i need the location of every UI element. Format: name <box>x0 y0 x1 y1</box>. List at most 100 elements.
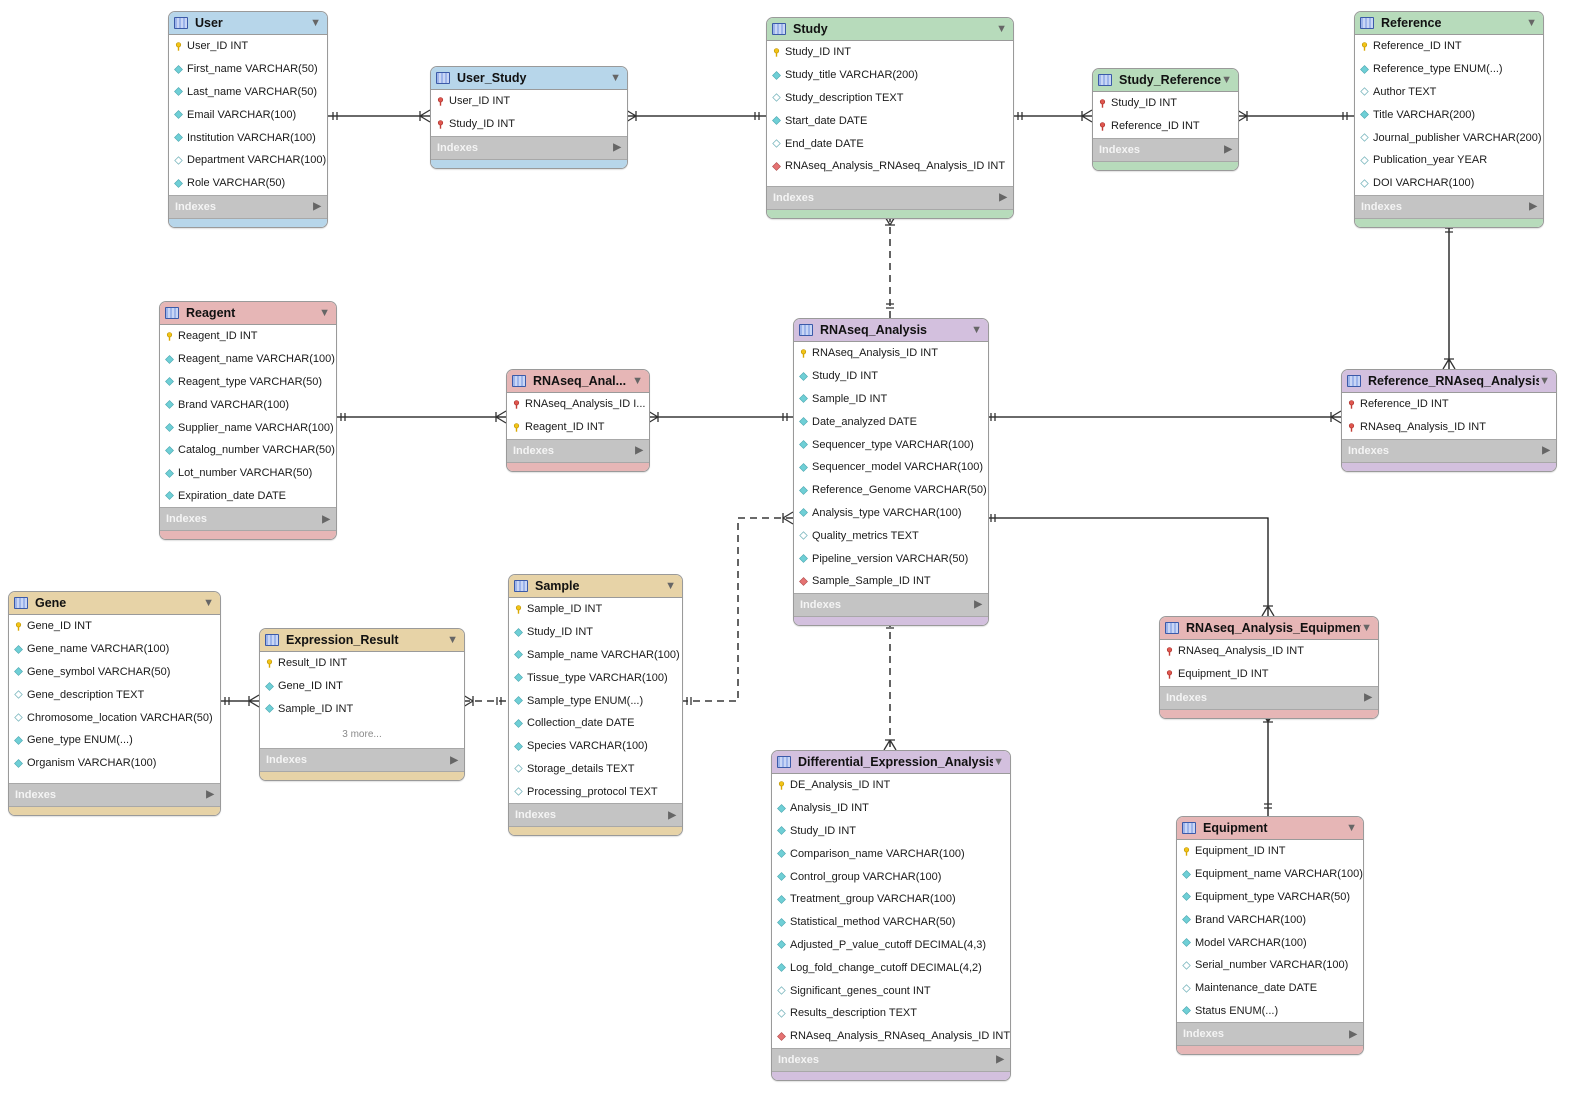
indexes-section[interactable]: Indexes ▶ <box>431 135 627 160</box>
column-row[interactable]: Model VARCHAR(100) <box>1177 931 1363 954</box>
column-row[interactable]: Adjusted_P_value_cutoff DECIMAL(4,3) <box>772 934 1010 957</box>
column-row[interactable]: Equipment_name VARCHAR(100) <box>1177 863 1363 886</box>
indexes-section[interactable]: Indexes ▶ <box>1160 685 1378 710</box>
collapse-caret-icon[interactable]: ▼ <box>1346 822 1357 834</box>
column-row[interactable]: Chromosome_location VARCHAR(50) <box>9 706 220 729</box>
column-row[interactable]: Title VARCHAR(200) <box>1355 103 1543 126</box>
table-header[interactable]: RNAseq_Analysis_Equipment ▼ <box>1160 617 1378 640</box>
expand-arrow-icon[interactable]: ▶ <box>996 1054 1004 1065</box>
table-rnaseq-analysis-reagent[interactable]: RNAseq_Anal... ▼ RNAseq_Analysis_ID I... Re… <box>506 369 650 472</box>
indexes-section[interactable]: Indexes ▶ <box>1093 137 1238 162</box>
column-row[interactable]: Gene_type ENUM(...) <box>9 729 220 752</box>
column-row[interactable]: Significant_genes_count INT <box>772 979 1010 1002</box>
table-reagent[interactable]: Reagent ▼ Reagent_ID INT Reagent_name VARCH… <box>159 301 337 541</box>
column-row[interactable]: Organism VARCHAR(100) <box>9 752 220 775</box>
column-row[interactable]: Gene_ID INT <box>9 615 220 638</box>
indexes-section[interactable]: Indexes ▶ <box>772 1047 1010 1072</box>
column-row[interactable]: User_ID INT <box>169 35 327 58</box>
column-row[interactable]: Last_name VARCHAR(50) <box>169 81 327 104</box>
table-study-reference[interactable]: Study_Reference ▼ Study_ID INT Reference_ID… <box>1092 68 1239 171</box>
expand-arrow-icon[interactable]: ▶ <box>450 755 458 766</box>
column-row[interactable]: Reference_ID INT <box>1355 35 1543 58</box>
indexes-section[interactable]: Indexes ▶ <box>509 803 682 828</box>
indexes-section[interactable]: Indexes ▶ <box>767 185 1013 210</box>
collapse-caret-icon[interactable]: ▼ <box>971 324 982 336</box>
expand-arrow-icon[interactable]: ▶ <box>668 810 676 821</box>
column-row[interactable]: Expiration_date DATE <box>160 485 336 508</box>
table-user-study[interactable]: User_Study ▼ User_ID INT Study_ID INT Indexe… <box>430 66 628 169</box>
column-row[interactable]: Sample_ID INT <box>509 598 682 621</box>
column-row[interactable]: Statistical_method VARCHAR(50) <box>772 911 1010 934</box>
table-expression-result[interactable]: Expression_Result ▼ Result_ID INT Gene_ID I… <box>259 628 465 782</box>
column-row[interactable]: RNAseq_Analysis_RNAseq_Analysis_ID INT <box>772 1025 1010 1048</box>
expand-arrow-icon[interactable]: ▶ <box>1364 692 1372 703</box>
table-header[interactable]: Sample ▼ <box>509 575 682 598</box>
column-row[interactable]: RNAseq_Analysis_ID INT <box>1342 416 1556 439</box>
table-header[interactable]: Reference_RNAseq_Analysis ▼ <box>1342 370 1556 393</box>
table-header[interactable]: Reference ▼ <box>1355 12 1543 35</box>
column-row[interactable]: Study_ID INT <box>431 113 627 136</box>
column-row[interactable]: Sample_name VARCHAR(100) <box>509 644 682 667</box>
column-row[interactable]: Sample_type ENUM(...) <box>509 689 682 712</box>
indexes-section[interactable]: Indexes ▶ <box>169 194 327 219</box>
table-header[interactable]: Expression_Result ▼ <box>260 629 464 652</box>
table-header[interactable]: RNAseq_Anal... ▼ <box>507 370 649 393</box>
collapse-caret-icon[interactable]: ▼ <box>1361 622 1372 634</box>
column-row[interactable]: Gene_description TEXT <box>9 683 220 706</box>
table-header[interactable]: Study ▼ <box>767 18 1013 41</box>
column-row[interactable]: Study_ID INT <box>794 365 988 388</box>
collapse-caret-icon[interactable]: ▼ <box>447 634 458 646</box>
table-equipment[interactable]: Equipment ▼ Equipment_ID INT Equipment_name… <box>1176 816 1364 1056</box>
collapse-caret-icon[interactable]: ▼ <box>632 375 643 387</box>
collapse-caret-icon[interactable]: ▼ <box>993 756 1004 768</box>
collapse-caret-icon[interactable]: ▼ <box>1539 375 1550 387</box>
collapse-caret-icon[interactable]: ▼ <box>1221 74 1232 86</box>
column-row[interactable]: Quality_metrics TEXT <box>794 524 988 547</box>
table-rnaseq-analysis[interactable]: RNAseq_Analysis ▼ RNAseq_Analysis_ID INT St… <box>793 318 989 626</box>
expand-arrow-icon[interactable]: ▶ <box>322 514 330 525</box>
table-reference[interactable]: Reference ▼ Reference_ID INT Reference_type… <box>1354 11 1544 228</box>
collapse-caret-icon[interactable]: ▼ <box>610 72 621 84</box>
table-header[interactable]: Gene ▼ <box>9 592 220 615</box>
column-row[interactable]: Start_date DATE <box>767 109 1013 132</box>
column-row[interactable]: Brand VARCHAR(100) <box>160 393 336 416</box>
column-row[interactable]: Gene_ID INT <box>260 675 464 698</box>
column-row[interactable]: RNAseq_Analysis_ID I... <box>507 393 649 416</box>
column-row[interactable]: Reference_ID INT <box>1093 115 1238 138</box>
expand-arrow-icon[interactable]: ▶ <box>999 192 1007 203</box>
column-row[interactable]: Processing_protocol TEXT <box>509 780 682 803</box>
expand-arrow-icon[interactable]: ▶ <box>206 789 214 800</box>
column-row[interactable]: Gene_name VARCHAR(100) <box>9 638 220 661</box>
indexes-section[interactable]: Indexes ▶ <box>1177 1022 1363 1047</box>
expand-arrow-icon[interactable]: ▶ <box>1224 144 1232 155</box>
relationship-line[interactable] <box>681 517 793 702</box>
indexes-section[interactable]: Indexes ▶ <box>794 592 988 617</box>
column-row[interactable]: DOI VARCHAR(100) <box>1355 172 1543 195</box>
table-reference-rnaseq-analysis[interactable]: Reference_RNAseq_Analysis ▼ Reference_ID I… <box>1341 369 1557 472</box>
collapse-caret-icon[interactable]: ▼ <box>310 17 321 29</box>
column-row[interactable]: RNAseq_Analysis_ID INT <box>794 342 988 365</box>
more-columns-link[interactable]: 3 more... <box>260 720 464 748</box>
column-row[interactable]: Study_ID INT <box>772 820 1010 843</box>
collapse-caret-icon[interactable]: ▼ <box>665 580 676 592</box>
column-row[interactable]: Institution VARCHAR(100) <box>169 126 327 149</box>
column-row[interactable]: End_date DATE <box>767 132 1013 155</box>
table-header[interactable]: Reagent ▼ <box>160 302 336 325</box>
column-row[interactable]: Brand VARCHAR(100) <box>1177 908 1363 931</box>
column-row[interactable]: Reference_type ENUM(...) <box>1355 58 1543 81</box>
column-row[interactable]: Reagent_ID INT <box>160 325 336 348</box>
expand-arrow-icon[interactable]: ▶ <box>1349 1029 1357 1040</box>
column-row[interactable]: User_ID INT <box>431 90 627 113</box>
indexes-section[interactable]: Indexes ▶ <box>507 438 649 463</box>
column-row[interactable]: Equipment_ID INT <box>1160 663 1378 686</box>
column-row[interactable]: Species VARCHAR(100) <box>509 735 682 758</box>
column-row[interactable]: Comparison_name VARCHAR(100) <box>772 842 1010 865</box>
column-row[interactable]: Role VARCHAR(50) <box>169 172 327 195</box>
column-row[interactable]: Serial_number VARCHAR(100) <box>1177 954 1363 977</box>
column-row[interactable]: Reagent_name VARCHAR(100) <box>160 348 336 371</box>
table-header[interactable]: User ▼ <box>169 12 327 35</box>
column-row[interactable]: Reference_Genome VARCHAR(50) <box>794 479 988 502</box>
indexes-section[interactable]: Indexes ▶ <box>1355 194 1543 219</box>
column-row[interactable]: Study_title VARCHAR(200) <box>767 64 1013 87</box>
column-row[interactable]: Maintenance_date DATE <box>1177 977 1363 1000</box>
